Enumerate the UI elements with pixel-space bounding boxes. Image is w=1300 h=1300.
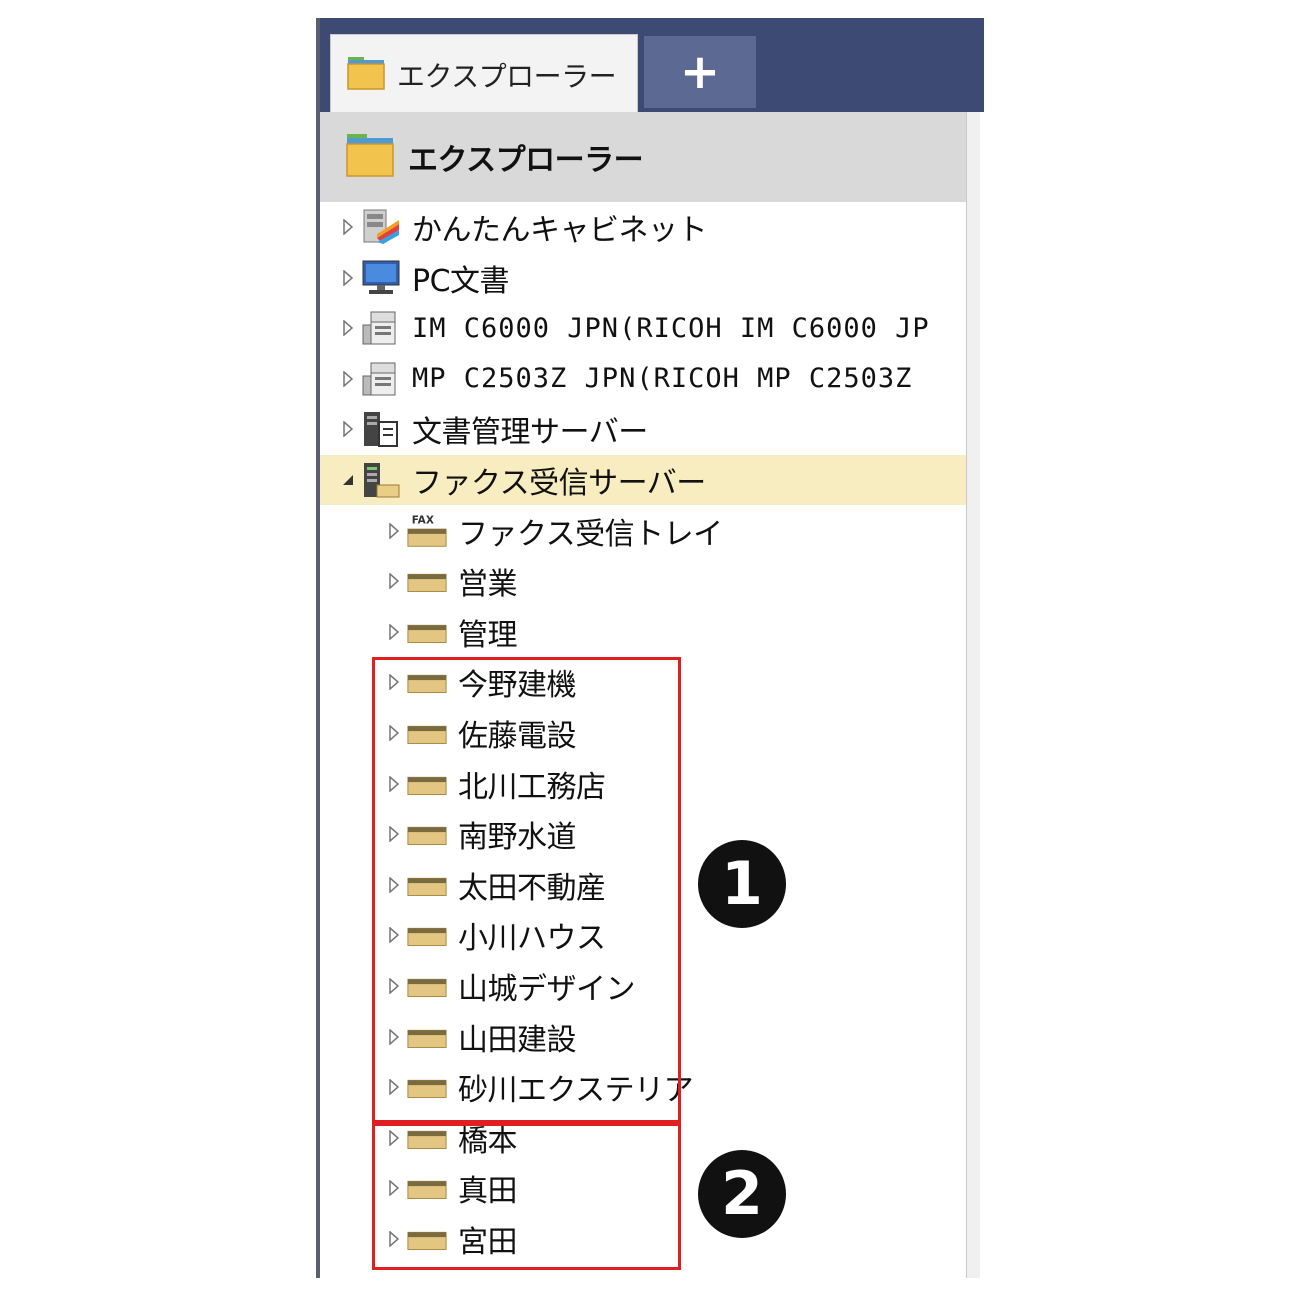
tab-label: エクスプローラー: [397, 59, 617, 93]
fax-server-icon: [360, 459, 402, 501]
add-tab-button[interactable]: +: [644, 36, 756, 108]
tree-item[interactable]: FAX ファクス受信トレイ: [320, 506, 966, 556]
fax-tray-icon: FAX: [406, 510, 448, 552]
highlight-box-1: [372, 657, 681, 1123]
folder-icon: [346, 133, 394, 181]
tray-icon: [406, 611, 448, 653]
expand-arrow-icon[interactable]: [340, 318, 356, 338]
tree-item-label: PC文書: [412, 263, 510, 299]
tab-explorer[interactable]: エクスプローラー: [330, 34, 638, 114]
tree-item-label: MP C2503Z JPN(RICOH MP C2503Z: [412, 363, 913, 395]
expand-arrow-icon[interactable]: [340, 369, 356, 389]
tree-item[interactable]: 文書管理サーバー: [320, 404, 966, 454]
plus-icon: +: [679, 44, 721, 100]
tree-item-label: 営業: [458, 567, 518, 603]
tree-item-label: ファクス受信サーバー: [412, 466, 706, 501]
annotation-badge-2: 2: [698, 1150, 786, 1238]
tree-item-label: IM C6000 JPN(RICOH IM C6000 JP: [412, 312, 930, 344]
tree-item[interactable]: ファクス受信サーバー: [320, 455, 966, 505]
tree-item[interactable]: PC文書: [320, 253, 966, 303]
expand-arrow-icon[interactable]: [340, 268, 356, 288]
printer-icon: [360, 307, 402, 349]
expand-arrow-icon[interactable]: [386, 622, 402, 642]
document-server-icon: [360, 408, 402, 450]
tree-item[interactable]: 営業: [320, 556, 966, 606]
vertical-scrollbar[interactable]: [966, 112, 981, 1278]
window-right-edge: [980, 112, 984, 1278]
collapse-arrow-icon[interactable]: [340, 470, 356, 490]
svg-text:FAX: FAX: [412, 514, 434, 526]
computer-icon: [360, 257, 402, 299]
panel-title: エクスプローラー: [408, 143, 644, 178]
panel-header: エクスプローラー: [320, 112, 966, 202]
folder-icon: [347, 56, 385, 94]
tree-item[interactable]: IM C6000 JPN(RICOH IM C6000 JP: [320, 303, 966, 353]
tree-item[interactable]: 管理: [320, 607, 966, 657]
expand-arrow-icon[interactable]: [386, 571, 402, 591]
tree-item-label: かんたんキャビネット: [412, 213, 708, 248]
highlight-box-2: [372, 1123, 681, 1270]
expand-arrow-icon[interactable]: [340, 217, 356, 237]
cabinet-icon: [360, 206, 402, 248]
printer-icon: [360, 358, 402, 400]
expand-arrow-icon[interactable]: [340, 419, 356, 439]
annotation-badge-1: 1: [698, 840, 786, 928]
expand-arrow-icon[interactable]: [386, 521, 402, 541]
tray-icon: [406, 560, 448, 602]
tree-item[interactable]: かんたんキャビネット: [320, 202, 966, 252]
tree-item-label: ファクス受信トレイ: [458, 516, 723, 552]
tree-item-label: 文書管理サーバー: [412, 415, 648, 451]
tree-item[interactable]: MP C2503Z JPN(RICOH MP C2503Z: [320, 354, 966, 404]
tree-item-label: 管理: [458, 617, 518, 653]
